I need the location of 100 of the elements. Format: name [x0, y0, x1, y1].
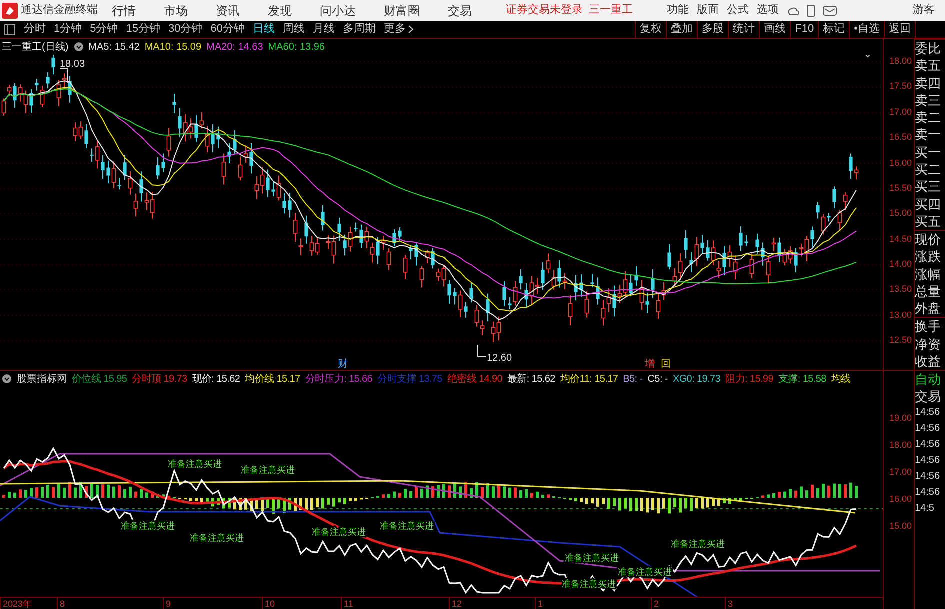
trade-time: 14:56: [915, 486, 942, 500]
toolbar-button[interactable]: F10: [790, 21, 818, 38]
date-tick-label: 2023年: [0, 598, 32, 609]
period-tab[interactable]: 30分钟: [164, 21, 207, 38]
indicator-value: 绝密线 14.90: [447, 372, 503, 386]
event-marker: 回: [661, 359, 671, 370]
trade-time: 14:56: [915, 438, 942, 452]
price-tick-label: 12.50: [888, 334, 913, 348]
quote-field-label: 卖五: [915, 57, 942, 75]
toolbar-button[interactable]: 返回: [884, 21, 915, 38]
price-tick-label: 16.00: [888, 156, 913, 170]
indicator-value: C5: -: [648, 372, 668, 386]
period-tab[interactable]: 分时: [20, 21, 50, 38]
toolbar-button[interactable]: 画线: [759, 21, 790, 38]
tool-menu-item[interactable]: 功能: [667, 2, 689, 19]
date-tick-label: 9: [163, 598, 172, 609]
quote-field-label: 涨幅: [915, 266, 942, 283]
quote-field-label: 卖二: [915, 109, 942, 126]
indicator-tick-label: 18.00: [888, 438, 913, 452]
price-tick-label: 15.00: [888, 207, 913, 220]
toolbar-button[interactable]: •自选: [849, 21, 884, 38]
period-tab[interactable]: 日线: [249, 21, 279, 38]
indicator-value: 分时支撑 13.75: [378, 372, 442, 386]
trade-time: 14:56: [915, 470, 942, 484]
ma-value: MA5: 15.42: [88, 40, 140, 54]
date-tick-label: 10: [262, 598, 276, 609]
stock-name: 三一重工: [589, 3, 633, 18]
price-tick-label: 17.00: [888, 106, 913, 119]
trade-label: 交易: [915, 388, 942, 405]
date-tick-label: 11: [341, 598, 354, 609]
indicator-value: 阻力: 15.99: [726, 372, 774, 386]
tool-menu-item[interactable]: 版面: [697, 2, 719, 19]
period-tab[interactable]: 15分钟: [122, 21, 164, 38]
high-price-label: 18.03: [60, 59, 86, 70]
quote-field-label: 涨跌: [915, 248, 942, 266]
date-tick-label: 3: [725, 598, 734, 609]
trade-time: 14:56: [915, 422, 942, 436]
period-tab[interactable]: 月线: [309, 21, 339, 38]
indicator-value: B5: -: [623, 372, 643, 386]
app-title: 通达信金融终端: [21, 2, 99, 18]
price-tick-label: 13.00: [888, 308, 913, 322]
trade-time: 14:56: [915, 406, 942, 420]
chart-title: 三一重工(日线): [2, 40, 69, 54]
tool-menu-item[interactable]: 公式: [727, 2, 749, 19]
ma-value: MA10: 15.09: [144, 40, 202, 54]
quote-field-label: 换手: [915, 317, 945, 336]
date-tick-label: 8: [57, 598, 66, 609]
trade-time: 14:5: [915, 502, 936, 516]
buy-signal-label: 准备注意买进: [168, 459, 222, 469]
period-tab[interactable]: 多周期: [339, 21, 380, 38]
quote-field-label: 净资: [915, 336, 942, 353]
indicator-value: 分时压力: 15.66: [305, 372, 373, 386]
indicator-tick-label: 17.00: [888, 466, 913, 479]
menu-item[interactable]: 行情: [112, 2, 136, 20]
indicator-value: 均价线 15.17: [245, 372, 300, 386]
price-tick-label: 16.50: [888, 131, 913, 144]
menu-item[interactable]: 发现: [268, 2, 292, 20]
period-tab[interactable]: 周线: [279, 21, 309, 38]
toolbar-button[interactable]: 标记: [818, 21, 850, 38]
price-tick-label: 15.50: [888, 182, 913, 195]
toolbar-button[interactable]: 统计: [728, 21, 760, 38]
quote-field-label: 外盘: [915, 300, 942, 318]
quote-field-label: 卖四: [915, 74, 942, 92]
buy-signal-label: 准备注意买进: [671, 539, 725, 549]
menu-item[interactable]: 资讯: [216, 2, 240, 20]
quote-field-label: 收益: [915, 352, 942, 370]
quote-field-label: 买四: [915, 196, 942, 213]
period-tab[interactable]: 1分钟: [50, 21, 86, 38]
toolbar-button[interactable]: 多股: [697, 21, 728, 38]
indicator-name: 股票指标网: [17, 372, 67, 386]
ma-value: MA60: 13.96: [268, 40, 325, 54]
price-tick-label: 13.50: [888, 283, 913, 296]
indicator-tick-label: 16.00: [888, 492, 913, 506]
quote-field-label: 买二: [915, 160, 942, 178]
quote-field-label: 卖一: [915, 126, 942, 144]
menu-item[interactable]: 市场: [164, 2, 188, 20]
indicator-value: XG0: 19.73: [672, 372, 721, 386]
period-tab[interactable]: 60分钟: [206, 21, 249, 38]
indicator-value: 现价: 15.62: [192, 372, 240, 386]
period-tab[interactable]: 5分钟: [86, 21, 122, 38]
quote-field-label: 买一: [915, 144, 942, 161]
toolbar-button[interactable]: 复权: [635, 21, 666, 38]
quote-field-label: 买五: [915, 212, 942, 230]
quote-field-label: 现价: [915, 230, 945, 248]
period-tab[interactable]: 更多: [380, 21, 418, 38]
low-price-label: 12.60: [487, 353, 512, 364]
menu-item[interactable]: 问小达: [320, 2, 356, 20]
toolbar-button[interactable]: 叠加: [666, 21, 698, 38]
user-button[interactable]: 游客: [913, 2, 935, 19]
tool-menu-item[interactable]: 选项: [757, 2, 779, 19]
menu-item[interactable]: 交易: [448, 2, 472, 20]
menu-item[interactable]: 财富圈: [384, 2, 420, 20]
indicator-tick-label: 15.00: [888, 520, 913, 533]
indicator-tick-label: 19.00: [888, 412, 913, 425]
price-tick-label: 14.00: [888, 258, 913, 272]
ma-value: MA20: 14.63: [206, 40, 264, 54]
price-tick-label: 17.50: [888, 80, 913, 94]
quote-field-label: 卖三: [915, 92, 942, 110]
price-tick-label: 18.00: [888, 54, 913, 68]
indicator-value: 均价11: 15.17: [560, 372, 618, 386]
